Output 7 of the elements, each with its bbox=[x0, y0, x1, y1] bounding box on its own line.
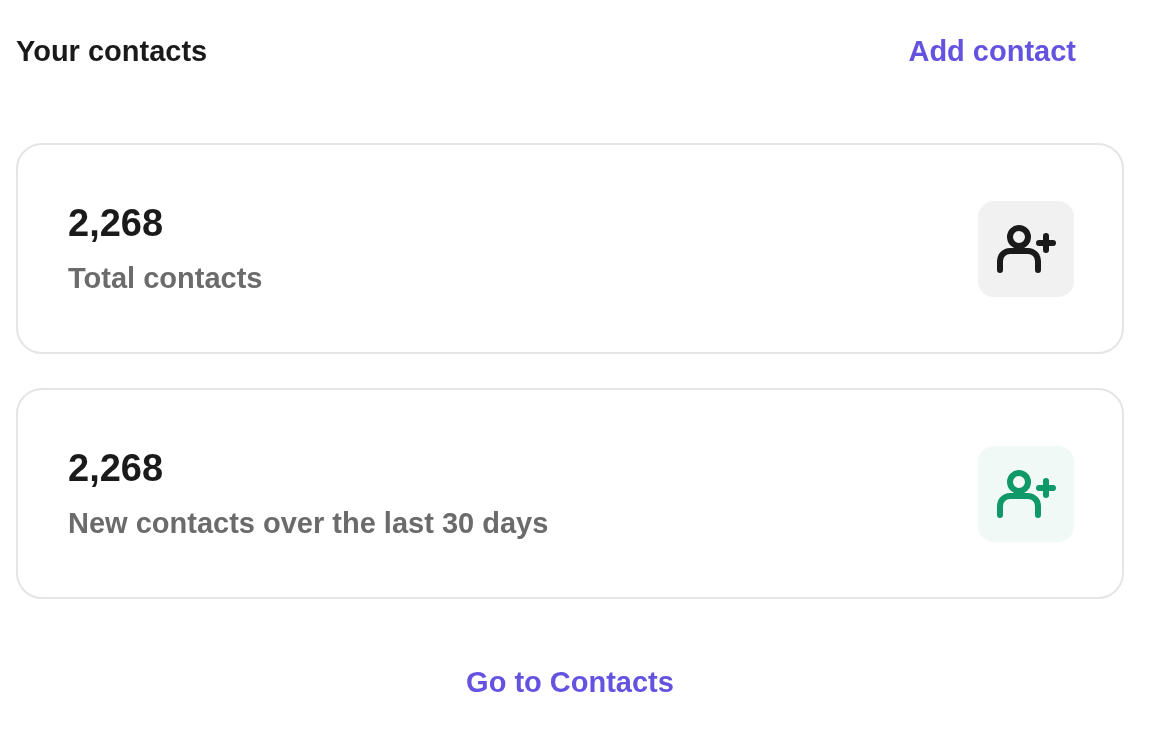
go-to-contacts-link[interactable]: Go to Contacts bbox=[466, 661, 674, 705]
stat-label: Total contacts bbox=[68, 264, 263, 293]
stat-value: 2,268 bbox=[68, 449, 165, 487]
stat-label: New contacts over the last 30 days bbox=[68, 509, 549, 538]
add-contact-link[interactable]: Add contact bbox=[908, 30, 1076, 74]
stat-value: 2,268 bbox=[68, 204, 165, 242]
section-title: Your contacts bbox=[16, 34, 208, 70]
